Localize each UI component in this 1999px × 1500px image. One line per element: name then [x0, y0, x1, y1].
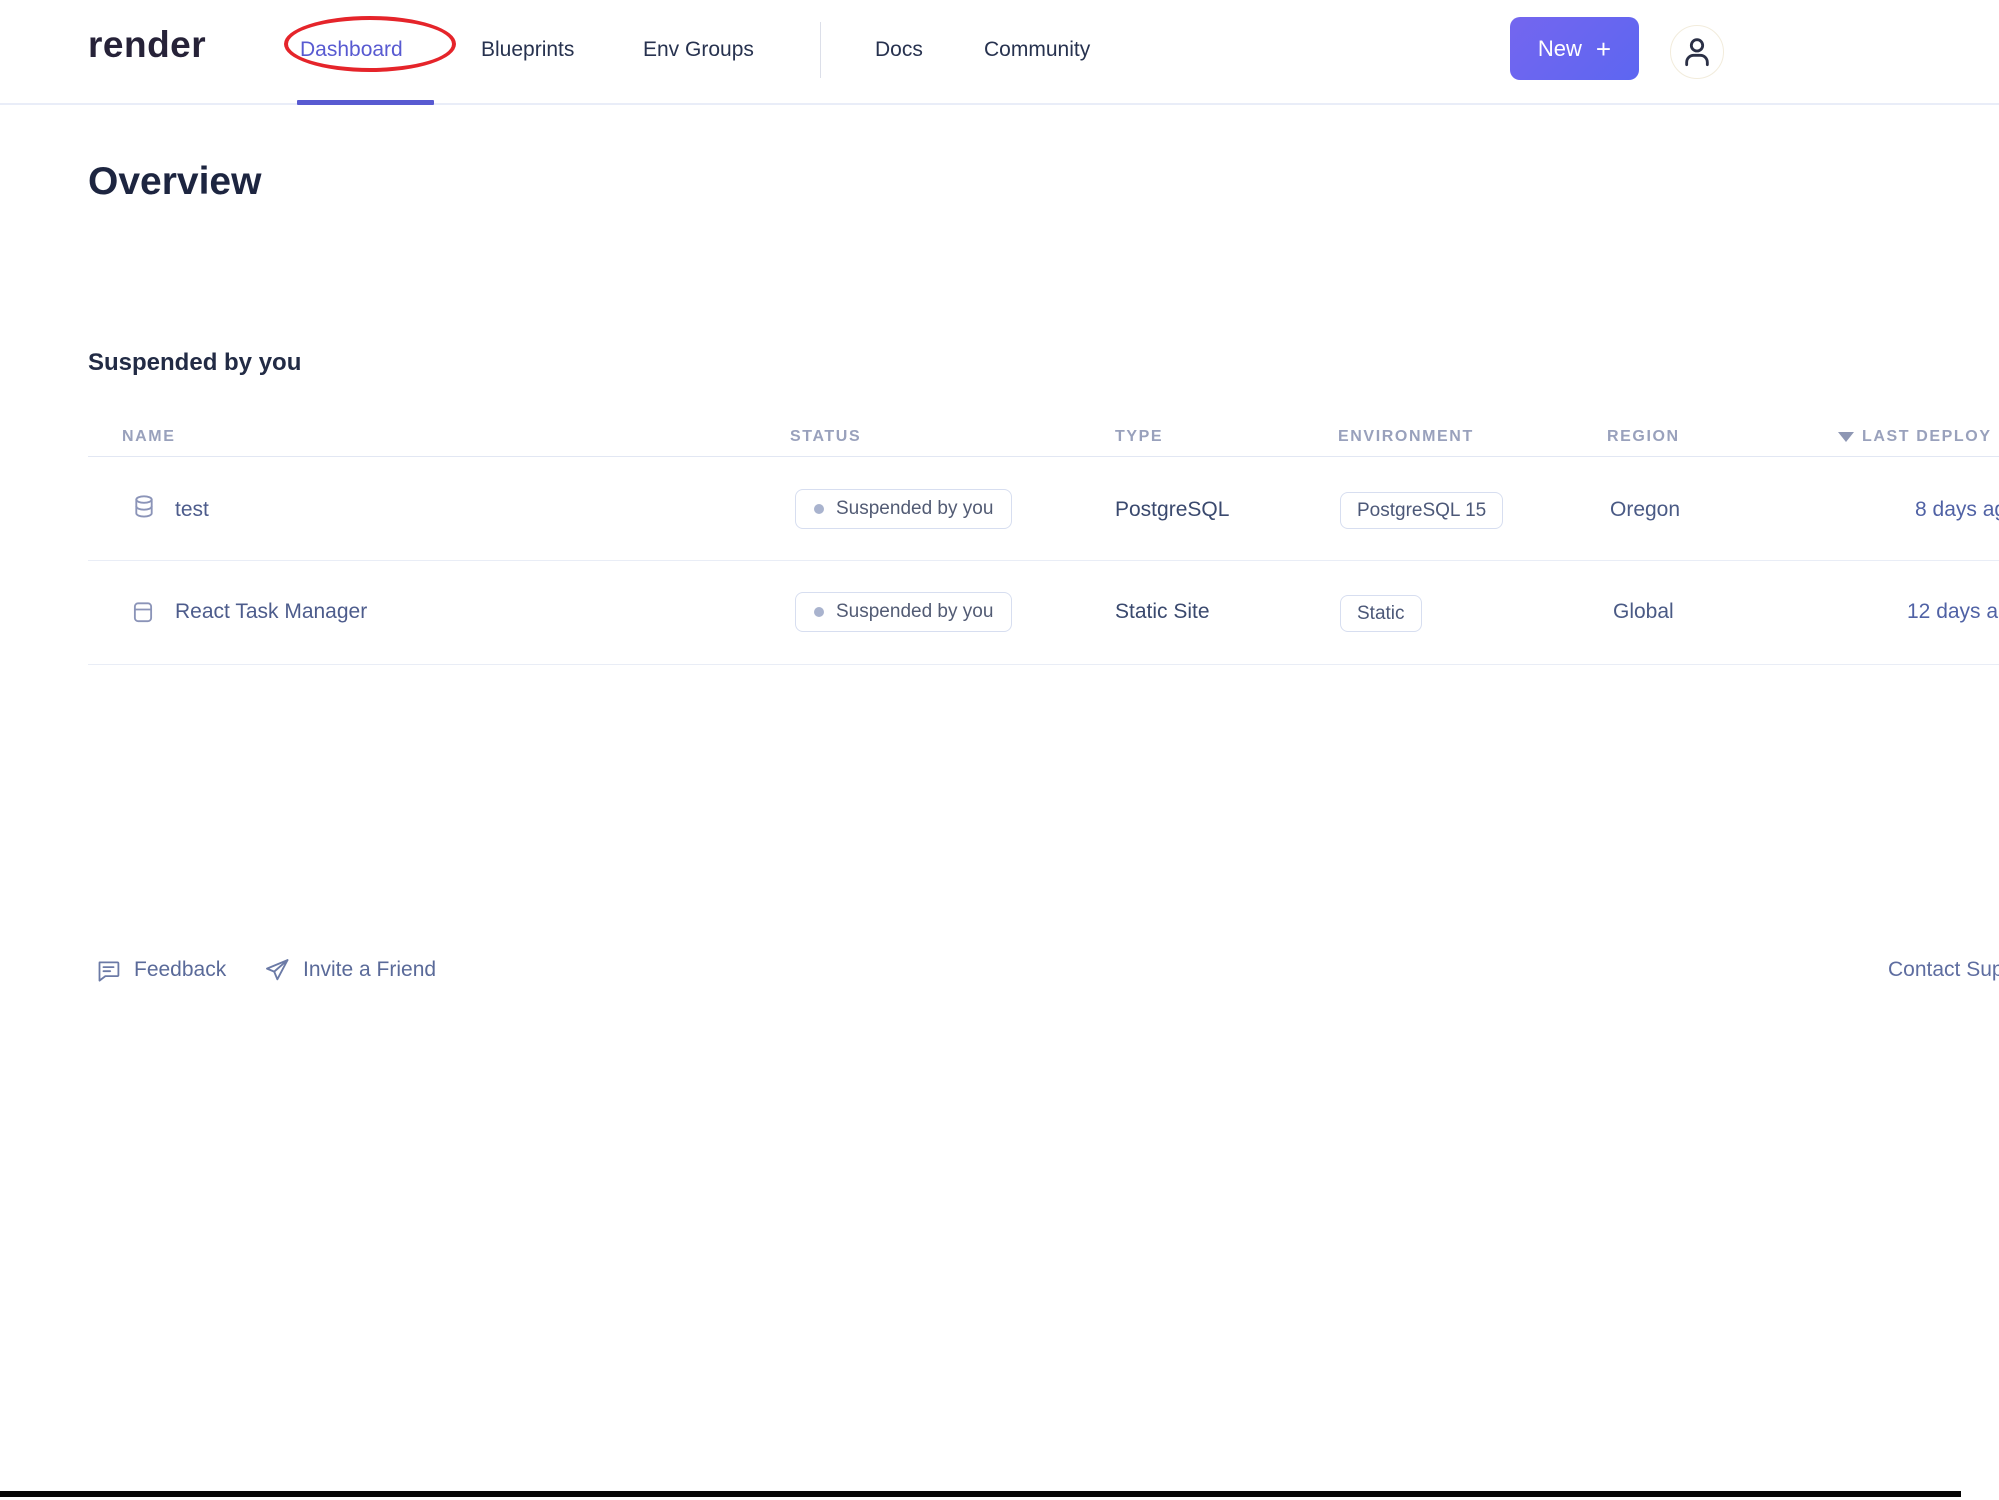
contact-support-label: Contact Support	[1888, 958, 1999, 981]
database-icon	[130, 492, 158, 527]
nav-dashboard-label: Dashboard	[300, 38, 403, 61]
nav-divider	[820, 22, 821, 78]
row-divider	[88, 560, 1999, 561]
column-header-environment[interactable]: ENVIRONMENT	[1338, 428, 1474, 446]
service-name-link[interactable]: test	[175, 498, 209, 522]
nav-item-env-groups[interactable]: Env Groups	[643, 28, 754, 72]
column-header-type[interactable]: TYPE	[1115, 428, 1163, 446]
plus-icon: +	[1595, 33, 1612, 64]
nav-docs-label: Docs	[875, 38, 923, 61]
render-logo[interactable]: render	[88, 24, 206, 66]
invite-friend-link[interactable]: Invite a Friend	[263, 948, 436, 992]
contact-support-link[interactable]: Contact Support	[1888, 948, 1999, 992]
service-type: PostgreSQL	[1115, 498, 1230, 521]
environment-badge: PostgreSQL 15	[1340, 492, 1504, 529]
service-name-link[interactable]: React Task Manager	[175, 600, 367, 624]
paper-plane-icon	[263, 956, 291, 984]
status-label: Suspended by you	[836, 498, 994, 519]
environment-badge: Static	[1340, 595, 1422, 632]
status-dot-icon	[814, 607, 824, 617]
column-header-last-deploy[interactable]: LAST DEPLOY	[1862, 428, 1992, 446]
nav-item-dashboard[interactable]: Dashboard	[300, 28, 403, 72]
status-badge: Suspended by you	[795, 592, 1013, 632]
column-header-region[interactable]: REGION	[1607, 428, 1680, 446]
top-navbar: render Dashboard Blueprints Env Groups D…	[0, 0, 1999, 105]
nav-blueprints-label: Blueprints	[481, 38, 575, 61]
section-title: Suspended by you	[88, 349, 302, 376]
table-header-divider	[88, 456, 1999, 457]
bottom-edge-bar	[0, 1491, 1961, 1497]
nav-item-community[interactable]: Community	[984, 28, 1090, 72]
active-tab-underline	[297, 100, 434, 105]
sort-descending-icon[interactable]	[1838, 432, 1854, 442]
nav-item-docs[interactable]: Docs	[875, 28, 923, 72]
new-button[interactable]: New +	[1510, 17, 1639, 80]
render-dashboard-screen: render Dashboard Blueprints Env Groups D…	[0, 0, 1999, 1500]
last-deploy-value: 12 days ago	[1907, 600, 1999, 623]
status-dot-icon	[814, 504, 824, 514]
column-header-status[interactable]: STATUS	[790, 428, 861, 446]
page-title: Overview	[88, 160, 262, 203]
feedback-chat-icon	[95, 957, 122, 984]
column-header-name[interactable]: NAME	[122, 428, 176, 446]
status-label: Suspended by you	[836, 601, 994, 622]
user-menu-button[interactable]	[1670, 25, 1724, 79]
new-button-label: New	[1537, 35, 1582, 61]
region-value: Global	[1613, 600, 1674, 623]
static-site-icon	[130, 598, 156, 631]
invite-friend-label: Invite a Friend	[303, 958, 437, 981]
nav-env-groups-label: Env Groups	[643, 38, 754, 61]
status-badge: Suspended by you	[795, 489, 1013, 529]
user-avatar-icon	[1677, 32, 1717, 72]
service-type: Static Site	[1115, 600, 1210, 623]
nav-community-label: Community	[984, 38, 1091, 61]
row-divider	[88, 664, 1999, 665]
region-value: Oregon	[1610, 498, 1681, 521]
nav-item-blueprints[interactable]: Blueprints	[481, 28, 574, 72]
feedback-label: Feedback	[134, 958, 227, 981]
feedback-link[interactable]: Feedback	[95, 948, 226, 992]
last-deploy-value: 8 days ago	[1915, 498, 1999, 521]
